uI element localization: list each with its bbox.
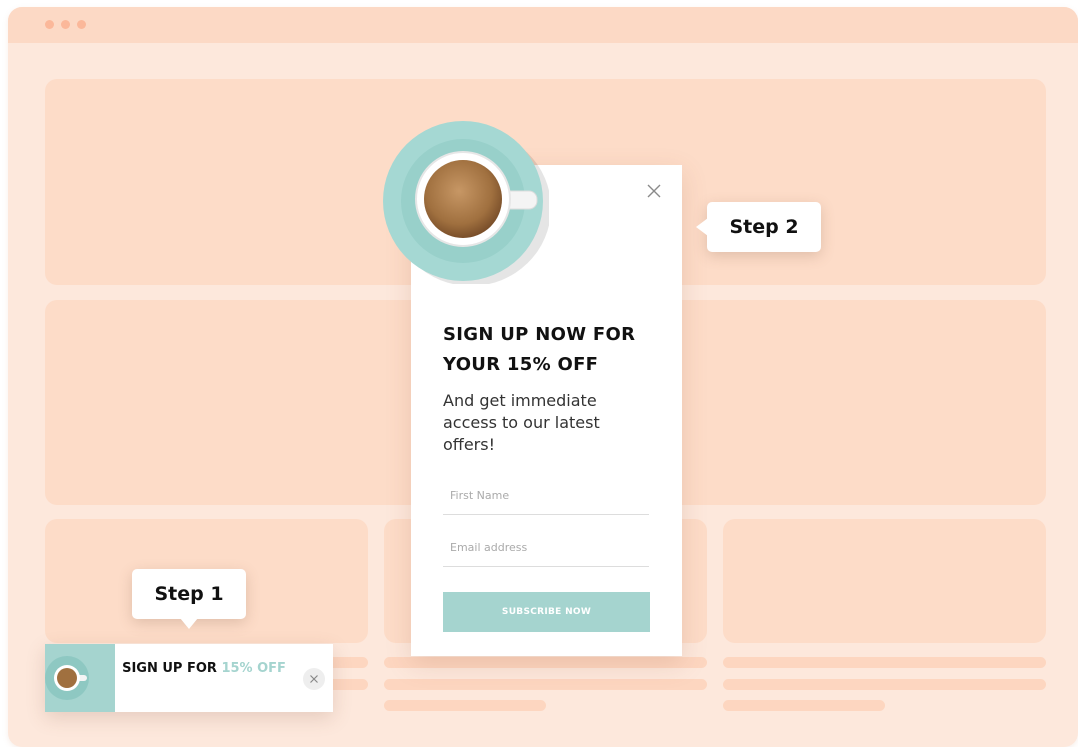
step-1-callout: Step 1 <box>132 569 246 629</box>
teaser-image <box>45 644 115 712</box>
teaser-text-highlight: 15% OFF <box>221 661 286 676</box>
text-line-placeholder <box>723 679 1046 690</box>
text-line-placeholder <box>384 679 707 690</box>
step-2-label: Step 2 <box>729 216 799 238</box>
popup-headline: SIGN UP NOW FOR YOUR 15% OFF <box>443 324 636 375</box>
text-line-placeholder <box>384 657 707 668</box>
close-icon <box>647 184 661 198</box>
text-line-placeholder <box>723 700 885 711</box>
teaser-text-prefix: SIGN UP FOR <box>122 661 222 676</box>
teaser-text[interactable]: SIGN UP FOR 15% OFF <box>119 661 289 677</box>
close-icon <box>310 675 318 683</box>
coffee-cup-icon <box>383 121 549 284</box>
email-input[interactable] <box>443 529 649 567</box>
popup-subtext: And get immediate access to our latest o… <box>443 391 600 454</box>
callout-pointer <box>180 618 198 629</box>
window-dot-2[interactable] <box>61 20 70 29</box>
signup-teaser[interactable]: SIGN UP FOR 15% OFF <box>45 644 333 712</box>
window-dot-1[interactable] <box>45 20 54 29</box>
text-line-placeholder <box>723 657 1046 668</box>
first-name-input[interactable] <box>443 477 649 515</box>
popup-close-icon[interactable] <box>645 183 663 201</box>
step-1-label: Step 1 <box>154 583 224 605</box>
callout-pointer <box>696 218 708 236</box>
window-dot-3[interactable] <box>77 20 86 29</box>
text-line-placeholder <box>384 700 546 711</box>
card-placeholder-3 <box>723 519 1046 643</box>
subscribe-button[interactable]: SUBSCRIBE NOW <box>443 592 650 632</box>
coffee-cup-icon <box>45 656 89 700</box>
teaser-close-icon[interactable] <box>303 668 325 690</box>
step-2-callout: Step 2 <box>696 202 821 252</box>
browser-titlebar <box>8 7 1078 43</box>
